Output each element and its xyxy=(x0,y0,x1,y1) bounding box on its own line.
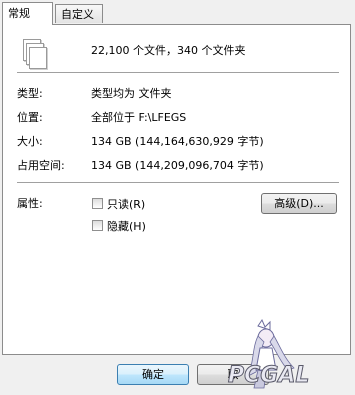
readonly-checkbox[interactable] xyxy=(92,198,103,209)
attributes-label: 属性: xyxy=(17,197,43,210)
type-label: 类型: xyxy=(17,87,43,100)
disk-size-value: 134 GB (144,209,096,704 字节) xyxy=(91,159,264,172)
tab-custom[interactable]: 自定义 xyxy=(55,4,103,23)
tab-strip: 自定义 常规 xyxy=(0,0,355,25)
size-label: 大小: xyxy=(17,135,43,148)
watermark-text: PCGAL xyxy=(228,363,309,388)
tab-general[interactable]: 常规 xyxy=(2,2,53,25)
ok-button[interactable]: 确定 xyxy=(117,364,189,385)
type-value: 类型均为 文件夹 xyxy=(91,87,172,100)
separator xyxy=(17,182,339,183)
hidden-label[interactable]: 隐藏(H) xyxy=(107,218,146,234)
size-value: 134 GB (144,164,630,929 字节) xyxy=(91,135,264,148)
location-label: 位置: xyxy=(17,111,43,124)
advanced-button[interactable]: 高级(D)... xyxy=(261,193,337,214)
readonly-label[interactable]: 只读(R) xyxy=(107,196,145,212)
separator xyxy=(17,72,339,73)
selection-summary: 22,100 个文件，340 个文件夹 xyxy=(91,44,246,57)
disk-size-label: 占用空间: xyxy=(17,159,65,172)
properties-panel: 22,100 个文件，340 个文件夹 类型: 类型均为 文件夹 位置: 全部位… xyxy=(2,24,351,355)
watermark-logo: PCGAL xyxy=(228,318,310,389)
hidden-checkbox[interactable] xyxy=(92,220,103,231)
location-value: 全部位于 F:\LFEGS xyxy=(91,111,187,124)
multiple-files-icon xyxy=(21,37,51,71)
